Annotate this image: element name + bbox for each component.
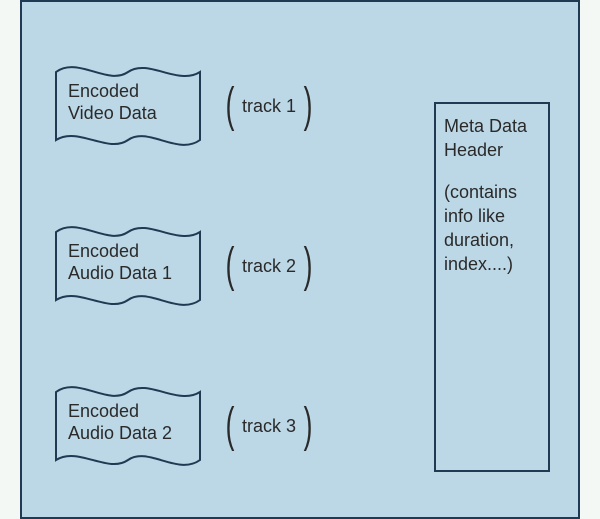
track-label: track 1 <box>242 96 296 117</box>
document-shape: Encoded Video Data <box>54 58 202 154</box>
left-bracket-icon: ( <box>226 402 235 450</box>
document-label: Encoded Video Data <box>68 80 188 124</box>
track-row: Encoded Audio Data 2 ( track 3 ) <box>54 378 414 474</box>
document-shape: Encoded Audio Data 2 <box>54 378 202 474</box>
media-container-box: Encoded Video Data ( track 1 ) Encoded A… <box>20 0 580 519</box>
track-label: track 2 <box>242 256 296 277</box>
right-bracket-icon: ) <box>304 402 313 450</box>
diagram-canvas: Encoded Video Data ( track 1 ) Encoded A… <box>0 0 600 519</box>
track-bracket: ( track 1 ) <box>222 72 316 140</box>
track-label: track 3 <box>242 416 296 437</box>
document-label: Encoded Audio Data 1 <box>68 240 188 284</box>
metadata-header-box: Meta Data Header (contains info like dur… <box>434 102 550 472</box>
track-row: Encoded Video Data ( track 1 ) <box>54 58 414 154</box>
left-bracket-icon: ( <box>226 242 235 290</box>
track-bracket: ( track 2 ) <box>222 232 316 300</box>
track-row: Encoded Audio Data 1 ( track 2 ) <box>54 218 414 314</box>
track-bracket: ( track 3 ) <box>222 392 316 460</box>
left-bracket-icon: ( <box>226 82 235 130</box>
right-bracket-icon: ) <box>304 242 313 290</box>
metadata-detail: (contains info like duration, index....) <box>444 180 540 276</box>
right-bracket-icon: ) <box>304 82 313 130</box>
document-label: Encoded Audio Data 2 <box>68 400 188 444</box>
metadata-title: Meta Data Header <box>444 114 540 162</box>
document-shape: Encoded Audio Data 1 <box>54 218 202 314</box>
